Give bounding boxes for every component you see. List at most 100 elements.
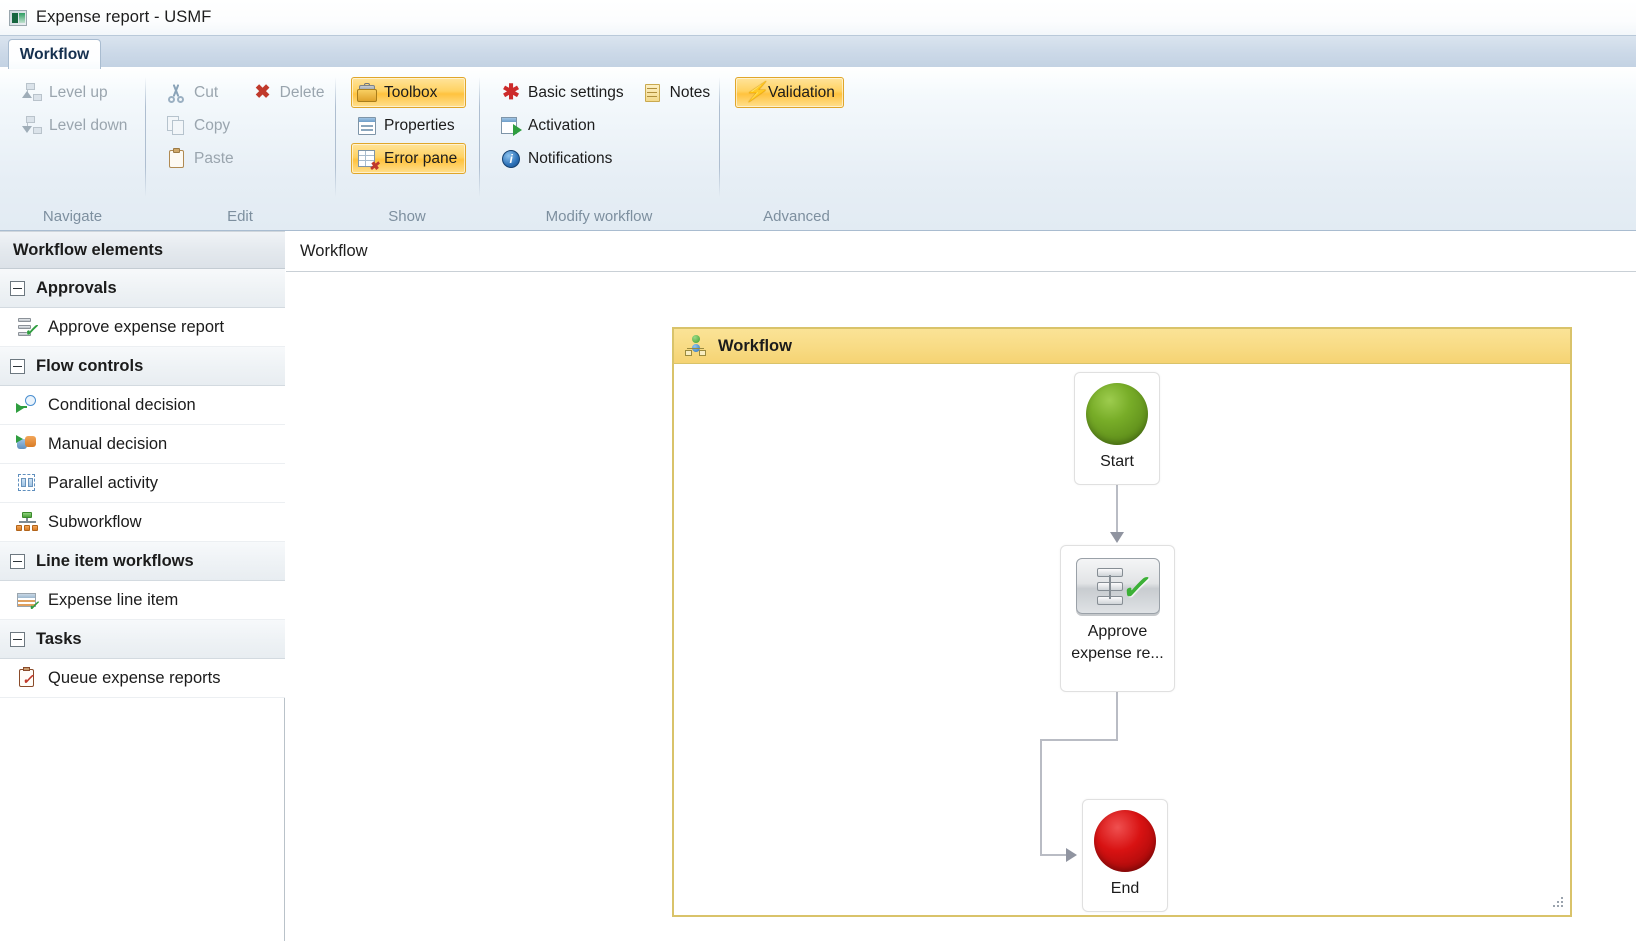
arrow-down-icon — [1110, 532, 1124, 543]
delete-button[interactable]: ✖ Delete — [247, 77, 334, 108]
start-node-icon — [1086, 383, 1148, 445]
collapse-icon[interactable] — [10, 631, 25, 647]
node-start-label: Start — [1100, 453, 1134, 470]
collapse-icon[interactable] — [10, 553, 25, 569]
ribbon-group-modify-workflow: ✱ Basic settings Activation i Notificati… — [479, 67, 719, 231]
toolbox-button[interactable]: Toolbox — [351, 77, 467, 108]
delete-label: Delete — [279, 83, 325, 101]
activation-icon — [500, 115, 522, 137]
sidebar-item-label: Parallel activity — [48, 473, 159, 492]
sidebar-item-conditional-decision[interactable]: Conditional decision — [0, 386, 285, 425]
approve-expense-icon: ✓ — [16, 316, 38, 339]
subworkflow-icon — [16, 511, 38, 533]
validation-button[interactable]: ⚡ Validation — [735, 77, 844, 108]
resize-grip-icon[interactable] — [1551, 897, 1565, 911]
end-node-icon — [1094, 810, 1156, 872]
sidebar-item-label: Conditional decision — [48, 395, 196, 414]
ribbon-group-navigate-label: Navigate — [42, 208, 103, 225]
collapse-icon[interactable] — [10, 280, 25, 296]
properties-label: Properties — [384, 116, 455, 134]
node-approve-expense-report[interactable]: ✓ Approve expense re... — [1060, 545, 1175, 692]
sidebar-group-tasks-label: Tasks — [36, 629, 82, 648]
workflow-container-title: Workflow — [718, 336, 792, 355]
sidebar-item-expense-line-item[interactable]: ✓ Expense line item — [0, 581, 285, 620]
sidebar-item-queue-expense-reports[interactable]: ✓ Queue expense reports — [0, 659, 285, 698]
node-task-label-line1: Approve — [1087, 623, 1148, 640]
level-down-label: Level down — [49, 116, 128, 134]
parallel-activity-icon — [16, 472, 38, 494]
ribbon-group-advanced: ⚡ Validation Advanced — [719, 67, 874, 231]
sidebar-group-line-item-workflows[interactable]: Line item workflows — [0, 542, 285, 581]
sidebar-item-approve-expense-report[interactable]: ✓ Approve expense report — [0, 308, 285, 347]
copy-button[interactable]: Copy — [161, 110, 243, 141]
arrow-right-icon — [1066, 848, 1077, 862]
ribbon-group-advanced-items: ⚡ Validation — [719, 76, 874, 109]
level-down-icon — [21, 115, 43, 137]
ribbon-group-modify-workflow-items: ✱ Basic settings Activation i Notificati… — [479, 76, 719, 175]
cut-label: Cut — [194, 83, 219, 101]
properties-button[interactable]: Properties — [351, 110, 466, 141]
node-start[interactable]: Start — [1074, 372, 1160, 485]
ribbon-group-show-items: Toolbox Properties ✖ Error pane — [335, 76, 479, 175]
connector-task-to-end-seg1 — [1116, 692, 1118, 740]
window-title: Expense report - USMF — [36, 8, 212, 26]
properties-icon — [356, 115, 378, 137]
workflow-diagram-icon — [684, 335, 708, 357]
ribbon-group-show-label: Show — [388, 208, 426, 225]
window-title-bar: Expense report - USMF — [0, 0, 1636, 35]
notes-button[interactable]: Notes — [637, 77, 720, 108]
notes-label: Notes — [669, 83, 711, 101]
approval-task-icon: ✓ — [1075, 558, 1160, 614]
sidebar-item-subworkflow[interactable]: Subworkflow — [0, 503, 285, 542]
connector-task-to-end-seg3 — [1040, 739, 1042, 856]
notifications-icon: i — [500, 148, 522, 170]
cut-button[interactable]: Cut — [161, 77, 243, 108]
node-end-label: End — [1110, 880, 1140, 897]
sidebar-group-tasks[interactable]: Tasks — [0, 620, 285, 659]
collapse-icon[interactable] — [10, 358, 25, 374]
main-area: Workflow elements Approvals ✓ Approve ex… — [0, 231, 1636, 941]
copy-icon — [166, 115, 188, 137]
sidebar-item-manual-decision[interactable]: Manual decision — [0, 425, 285, 464]
error-pane-icon: ✖ — [356, 148, 379, 172]
paste-button[interactable]: Paste — [161, 143, 243, 174]
expense-line-item-icon: ✓ — [16, 589, 39, 612]
error-pane-button[interactable]: ✖ Error pane — [351, 143, 467, 174]
ribbon-group-show: Toolbox Properties ✖ Error pane Show — [335, 67, 479, 231]
sidebar-item-label: Expense line item — [48, 590, 179, 609]
sidebar-item-parallel-activity[interactable]: Parallel activity — [0, 464, 285, 503]
clipboard-icon — [166, 147, 188, 170]
ribbon-group-advanced-label: Advanced — [763, 208, 830, 225]
ribbon-group-edit-label: Edit — [227, 208, 253, 225]
sidebar-group-flow-controls[interactable]: Flow controls — [0, 347, 285, 386]
level-down-button[interactable]: Level down — [16, 110, 136, 141]
workflow-container[interactable]: Workflow Start ✓ Approve expense re... E… — [672, 327, 1572, 917]
basic-settings-button[interactable]: ✱ Basic settings — [495, 77, 633, 108]
sidebar-group-approvals[interactable]: Approvals — [0, 269, 285, 308]
ribbon-body: Level up Level down Navigate Cut Copy Pa… — [0, 67, 1636, 231]
delete-x-icon: ✖ — [254, 81, 271, 103]
node-end[interactable]: End — [1082, 799, 1168, 912]
ribbon-group-edit-items: Cut Copy Paste ✖ Delete — [145, 76, 335, 175]
toolbox-icon — [356, 82, 378, 104]
application-icon — [9, 9, 27, 26]
queue-expense-reports-icon: ✓ — [16, 667, 38, 689]
activation-label: Activation — [528, 116, 596, 134]
workflow-canvas[interactable]: Workflow Start ✓ Approve expense re... E… — [286, 273, 1636, 941]
toolbox-label: Toolbox — [384, 83, 438, 101]
validation-bolt-icon: ⚡ — [744, 81, 768, 103]
workflow-container-header[interactable]: Workflow — [674, 329, 1570, 364]
level-up-button[interactable]: Level up — [16, 77, 136, 108]
connector-start-to-task — [1116, 485, 1118, 535]
notes-icon — [642, 82, 664, 104]
notifications-button[interactable]: i Notifications — [495, 143, 633, 174]
conditional-decision-icon — [16, 394, 38, 416]
node-task-label-line2: expense re... — [1071, 645, 1164, 662]
tab-workflow[interactable]: Workflow — [8, 39, 101, 69]
sidebar-group-flow-controls-label: Flow controls — [36, 356, 144, 375]
activation-button[interactable]: Activation — [495, 110, 633, 141]
asterisk-icon: ✱ — [502, 80, 520, 104]
sidebar-item-label: Queue expense reports — [48, 668, 221, 687]
workflow-editor-area: Workflow Workflow Start ✓ Approve expens… — [286, 231, 1636, 941]
scissors-icon — [166, 82, 188, 104]
